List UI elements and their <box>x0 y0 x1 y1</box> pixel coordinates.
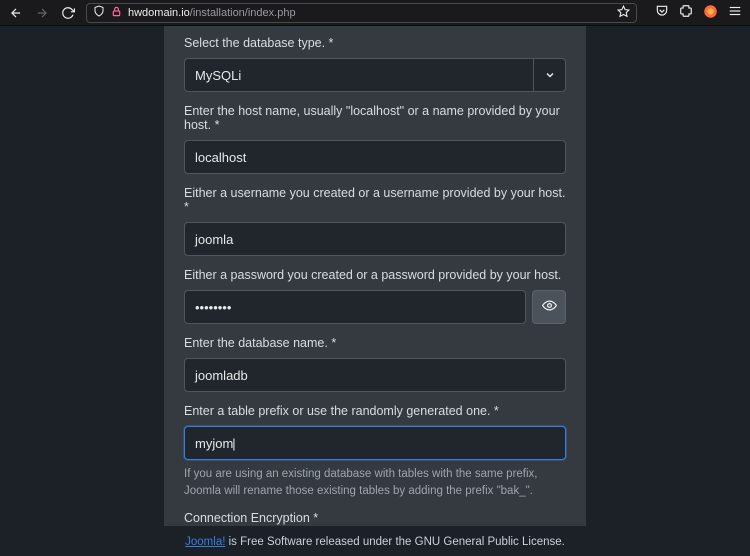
password-input[interactable]: •••••••• <box>184 290 526 324</box>
chevron-down-icon <box>533 59 565 91</box>
prefix-value: myjom <box>195 436 236 451</box>
db-type-select[interactable]: MySQLi <box>184 58 566 92</box>
username-input[interactable]: joomla <box>184 222 566 256</box>
username-label: Either a username you created or a usern… <box>184 186 566 214</box>
footer: Joomla! is Free Software released under … <box>0 526 750 556</box>
encryption-label: Connection Encryption * <box>184 511 566 525</box>
eye-icon <box>542 298 557 316</box>
db-name-value: joomladb <box>195 368 248 383</box>
url-text: hwdomain.io/installation/index.php <box>128 7 296 19</box>
browser-logo-icon[interactable] <box>703 4 718 22</box>
shield-icon <box>93 5 105 20</box>
prefix-input[interactable]: myjom <box>184 426 566 460</box>
reload-button[interactable] <box>60 5 76 21</box>
browser-toolbar: hwdomain.io/installation/index.php <box>0 0 750 26</box>
joomla-link[interactable]: Joomla! <box>185 536 225 548</box>
password-value: •••••••• <box>195 300 231 315</box>
page-viewport: Select the database type. * MySQLi Enter… <box>0 26 750 556</box>
bookmark-icon[interactable] <box>617 5 630 21</box>
prefix-hint: If you are using an existing database wi… <box>184 466 566 499</box>
footer-text: is Free Software released under the GNU … <box>225 536 564 548</box>
db-type-value: MySQLi <box>195 68 241 83</box>
host-input[interactable]: localhost <box>184 140 566 174</box>
password-label: Either a password you created or a passw… <box>184 268 566 282</box>
pocket-icon[interactable] <box>655 4 669 21</box>
back-button[interactable] <box>8 5 24 21</box>
forward-button[interactable] <box>34 5 50 21</box>
host-label: Enter the host name, usually "localhost"… <box>184 104 566 132</box>
username-value: joomla <box>195 232 233 247</box>
db-name-label: Enter the database name. * <box>184 336 566 350</box>
prefix-label: Enter a table prefix or use the randomly… <box>184 404 566 418</box>
address-bar[interactable]: hwdomain.io/installation/index.php <box>86 3 637 23</box>
menu-icon[interactable] <box>728 4 742 21</box>
db-name-input[interactable]: joomladb <box>184 358 566 392</box>
db-type-label: Select the database type. * <box>184 36 566 50</box>
lock-icon <box>111 6 122 20</box>
host-value: localhost <box>195 150 246 165</box>
toggle-password-button[interactable] <box>532 290 566 324</box>
extensions-icon[interactable] <box>679 4 693 21</box>
installer-form-panel: Select the database type. * MySQLi Enter… <box>164 26 586 526</box>
